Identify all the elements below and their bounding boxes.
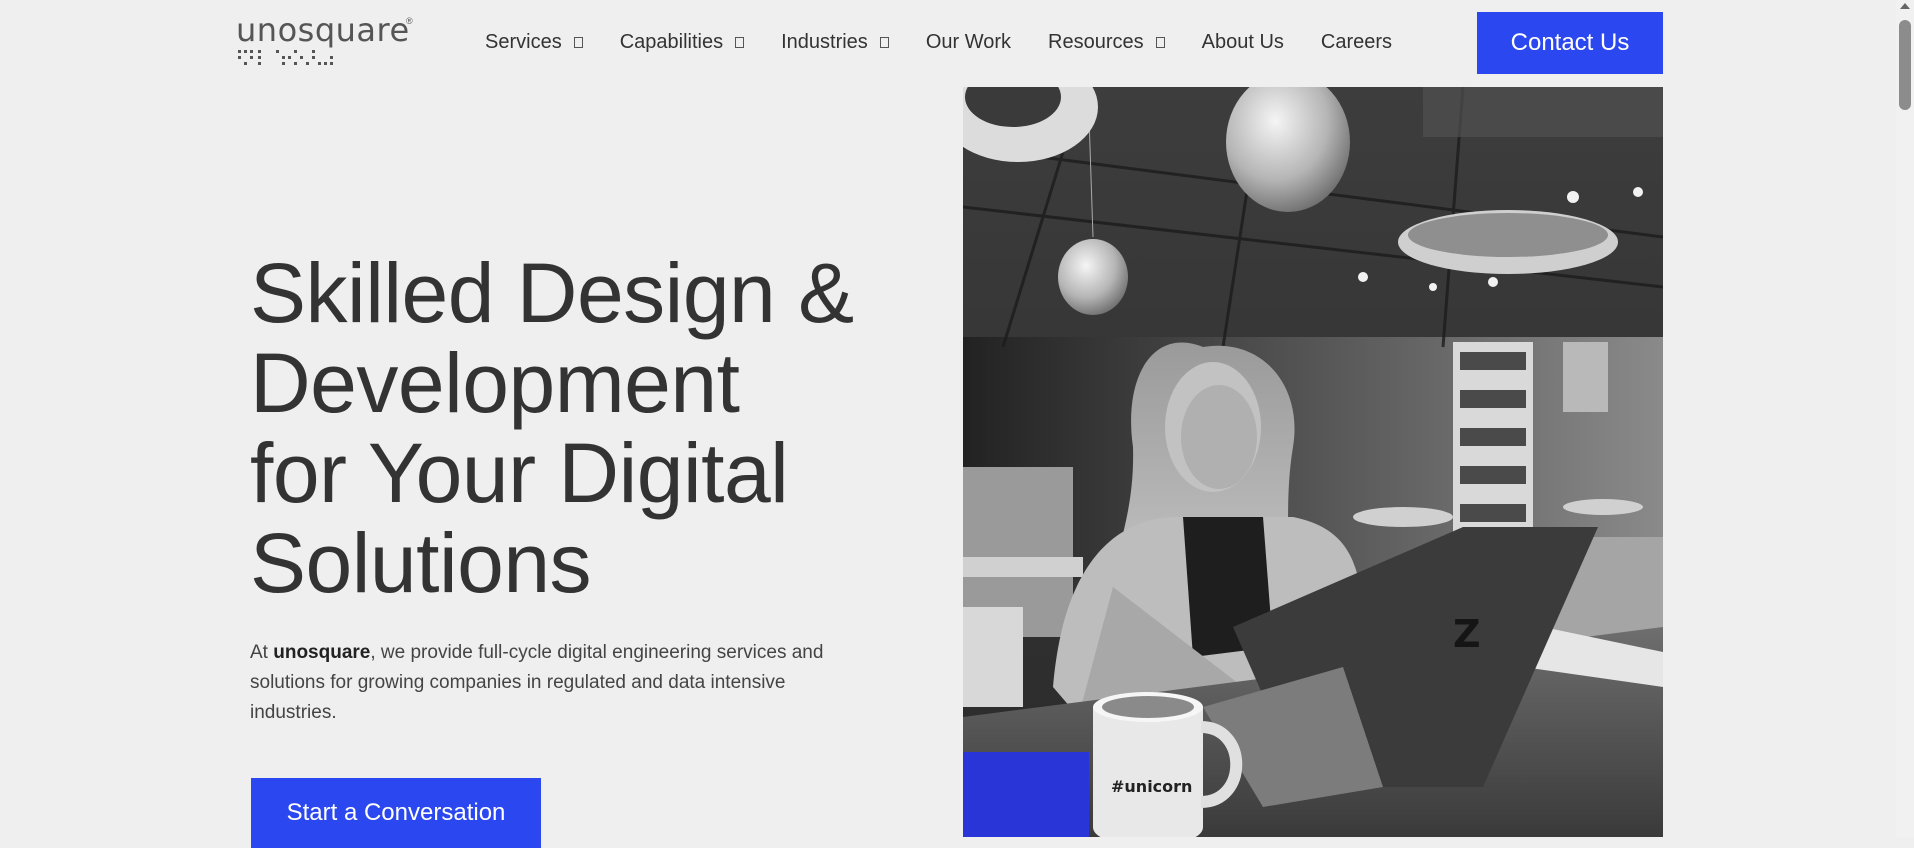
hero-photo: Z #unicorn	[963, 87, 1663, 837]
page-scrollbar[interactable]	[1896, 0, 1914, 837]
braille-dots-logo-icon	[238, 50, 333, 65]
contact-us-button[interactable]: Contact Us	[1477, 12, 1663, 74]
chevron-down-icon	[1155, 36, 1165, 48]
nav-item-careers[interactable]: Careers	[1321, 31, 1392, 54]
mug-text: #unicorn	[1111, 777, 1192, 796]
nav-item-resources[interactable]: Resources	[1048, 31, 1165, 54]
scrollbar-thumb[interactable]	[1899, 20, 1911, 110]
nav-item-label: Services	[485, 30, 562, 53]
hero-title-line: for Your Digital	[250, 426, 789, 520]
nav-item-about-us[interactable]: About Us	[1202, 31, 1284, 54]
nav-item-label: Industries	[781, 30, 868, 53]
nav-item-label: Our Work	[925, 30, 1012, 53]
brand-wordmark: unosquare	[236, 11, 410, 49]
nav-item-industries[interactable]: Industries	[781, 31, 889, 54]
registered-mark: ®	[406, 16, 413, 26]
start-conversation-button[interactable]: Start a Conversation	[251, 778, 541, 848]
nav-item-services[interactable]: Services	[485, 31, 583, 54]
hero-description: At unosquare, we provide full-cycle digi…	[250, 638, 830, 728]
hero-title-line: Development	[250, 336, 740, 430]
nav-item-label: Careers	[1320, 30, 1393, 53]
hero-title: Skilled Design & Development for Your Di…	[250, 248, 930, 608]
main-nav: Services Capabilities Industries Our Wor…	[485, 0, 1429, 84]
chevron-down-icon	[735, 36, 745, 48]
hero-description-brand: unosquare	[273, 642, 371, 663]
nav-item-label: About Us	[1201, 30, 1284, 53]
hero-title-line: Skilled Design &	[250, 246, 854, 340]
nav-item-label: Resources	[1048, 30, 1144, 53]
nav-item-capabilities[interactable]: Capabilities	[619, 30, 745, 54]
scroll-up-arrow-icon[interactable]	[1900, 3, 1910, 9]
hero-description-prefix: At	[250, 642, 274, 663]
brand-logo[interactable]: unosquare ®	[236, 14, 416, 74]
nav-item-our-work[interactable]: Our Work	[926, 31, 1011, 54]
hero-title-line: Solutions	[250, 516, 592, 610]
chevron-down-icon	[879, 36, 889, 48]
nav-item-label: Capabilities	[619, 30, 724, 53]
svg-text:Z: Z	[1453, 612, 1481, 656]
chevron-down-icon	[573, 36, 583, 48]
